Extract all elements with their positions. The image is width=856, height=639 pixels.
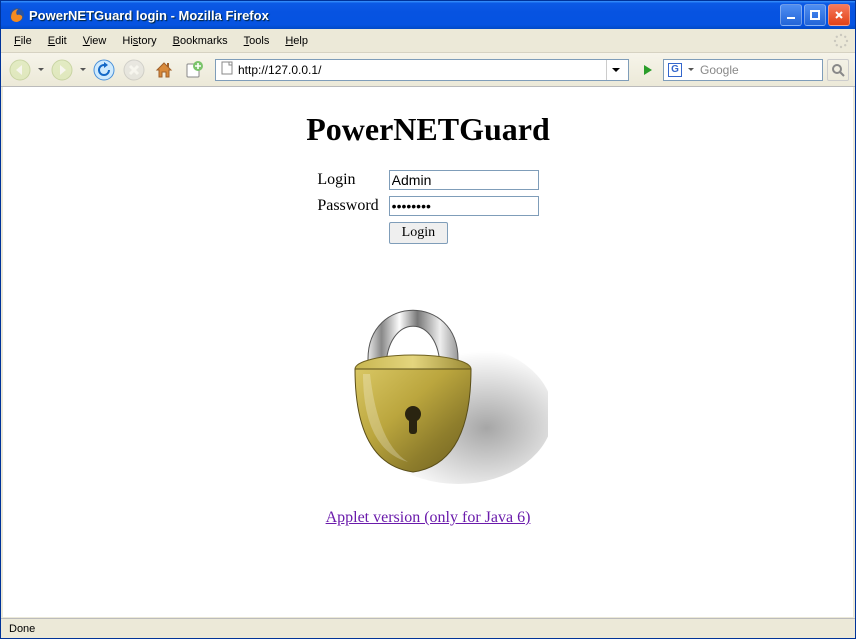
window-maximize-button[interactable] xyxy=(804,4,826,26)
menu-help[interactable]: Help xyxy=(278,32,315,50)
search-engine-dropdown[interactable] xyxy=(686,65,696,74)
menu-bar: File Edit View History Bookmarks Tools H… xyxy=(1,29,855,53)
window-titlebar: PowerNETGuard login - Mozilla Firefox xyxy=(1,1,855,29)
search-submit-button[interactable] xyxy=(827,59,849,81)
page-content: PowerNETGuard Login Password Login xyxy=(1,87,855,617)
url-text[interactable]: http://127.0.0.1/ xyxy=(238,63,602,77)
login-input[interactable] xyxy=(389,170,539,190)
status-text: Done xyxy=(9,623,35,635)
new-tab-button[interactable] xyxy=(181,57,207,83)
menu-bookmarks[interactable]: Bookmarks xyxy=(166,32,235,50)
stop-button[interactable] xyxy=(121,57,147,83)
padlock-image xyxy=(308,264,548,487)
applet-version-link[interactable]: Applet version (only for Java 6) xyxy=(326,509,531,527)
search-placeholder[interactable]: Google xyxy=(700,63,818,77)
window-title: PowerNETGuard login - Mozilla Firefox xyxy=(29,8,780,23)
forward-dropdown[interactable] xyxy=(79,57,87,83)
address-dropdown[interactable] xyxy=(606,60,624,80)
search-box[interactable]: G Google xyxy=(663,59,823,81)
page-heading: PowerNETGuard xyxy=(3,111,853,148)
back-button[interactable] xyxy=(7,57,33,83)
login-label: Login xyxy=(313,168,382,192)
activity-indicator-icon xyxy=(833,33,849,49)
firefox-app-icon xyxy=(9,7,25,23)
menu-view[interactable]: View xyxy=(76,32,114,50)
home-button[interactable] xyxy=(151,57,177,83)
back-dropdown[interactable] xyxy=(37,57,45,83)
menu-history[interactable]: History xyxy=(115,32,163,50)
login-button[interactable]: Login xyxy=(389,222,448,244)
password-input[interactable] xyxy=(389,196,539,216)
page-icon xyxy=(220,61,234,78)
menu-edit[interactable]: Edit xyxy=(41,32,74,50)
forward-button[interactable] xyxy=(49,57,75,83)
menu-tools[interactable]: Tools xyxy=(237,32,277,50)
window-close-button[interactable] xyxy=(828,4,850,26)
status-bar: Done xyxy=(1,618,855,638)
navigation-toolbar: http://127.0.0.1/ G Google xyxy=(1,53,855,87)
reload-button[interactable] xyxy=(91,57,117,83)
login-form: Login Password Login xyxy=(311,166,544,248)
search-engine-google-icon[interactable]: G xyxy=(668,63,682,77)
menu-file[interactable]: File xyxy=(7,32,39,50)
address-bar[interactable]: http://127.0.0.1/ xyxy=(215,59,629,81)
password-label: Password xyxy=(313,194,382,218)
go-button[interactable] xyxy=(637,59,659,81)
window-minimize-button[interactable] xyxy=(780,4,802,26)
